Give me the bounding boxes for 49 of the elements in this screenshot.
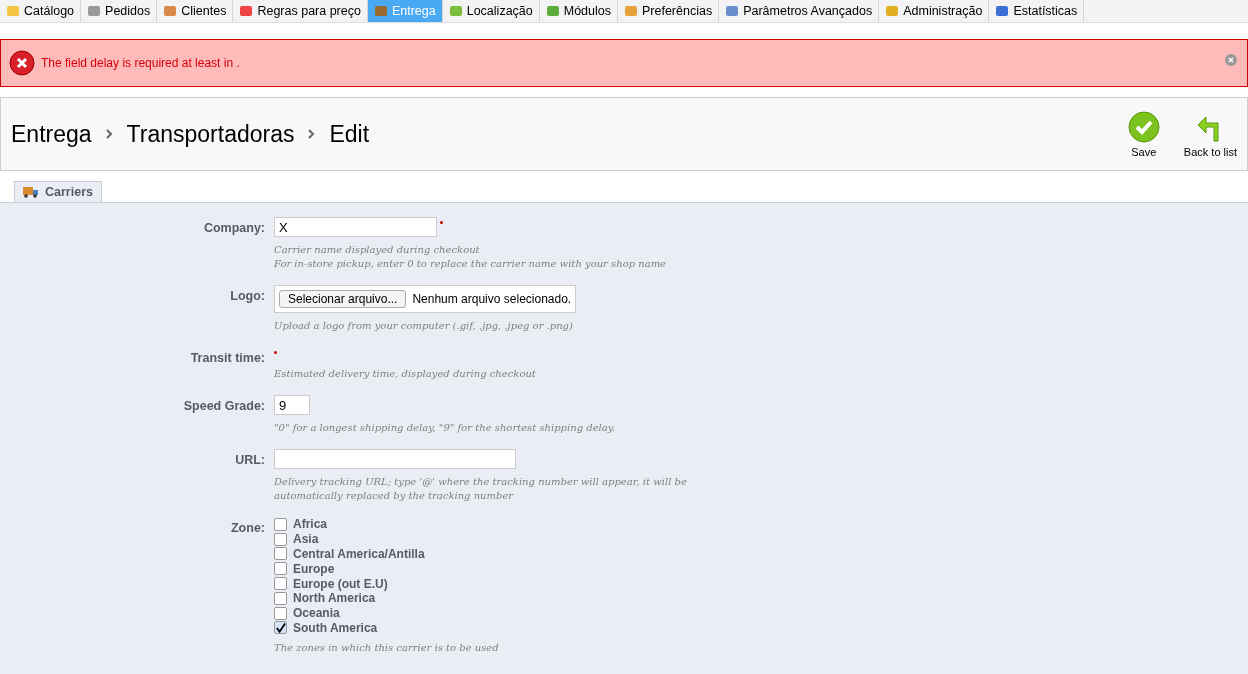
help-text: The zones in which this carrier is to be used <box>274 641 500 656</box>
field-label: URL: <box>234 452 265 469</box>
zone-label: Africa <box>293 517 327 532</box>
close-icon[interactable] <box>1225 54 1237 66</box>
checkbox[interactable] <box>274 532 287 546</box>
breadcrumb-item: Edit <box>329 120 370 148</box>
field-label: Logo: <box>229 288 265 305</box>
chevron-icon <box>308 129 316 139</box>
save-button[interactable]: Save <box>1127 110 1160 158</box>
checkbox[interactable] <box>274 606 287 620</box>
required-mark <box>440 221 443 224</box>
field-label: Transit time: <box>189 350 265 367</box>
zone-label: North America <box>293 591 376 606</box>
required-mark <box>274 351 277 354</box>
legend-title: Carriers <box>45 185 93 199</box>
file-status: Nenhum arquivo selecionado. <box>412 292 572 306</box>
zone-label: Central America/Antilla <box>293 547 425 561</box>
checkbox[interactable] <box>274 591 287 605</box>
checkbox[interactable] <box>274 621 287 635</box>
zone-label: Oceania <box>293 606 340 621</box>
error-icon <box>9 50 35 76</box>
zone-label: Europe <box>293 561 335 576</box>
zone-label: South America <box>293 620 378 635</box>
error-message: The field delay is required at least in . <box>41 56 240 70</box>
checkbox[interactable] <box>274 547 287 561</box>
checkbox[interactable] <box>274 577 287 591</box>
help-text: Estimated delivery time, displayed during checkout <box>274 367 537 381</box>
file-input[interactable]: Selecionar arquivo... Nenhum arquivo selecionado. <box>274 285 577 313</box>
help-text: Upload a logo from your computer (.gif, .jpg, .jpeg or .png) <box>274 319 574 333</box>
help-text: "0" for a longest shipping delay, "9" for the shortest shipping delay. <box>274 421 617 435</box>
checkbox[interactable] <box>274 562 287 576</box>
zone-label: Europe (out E.U) <box>293 576 388 591</box>
chevron-icon <box>105 129 113 139</box>
checkbox[interactable] <box>274 517 287 531</box>
field-label: Company: <box>202 220 265 237</box>
check-icon <box>1127 110 1160 143</box>
field-label: Zone: <box>229 520 265 537</box>
text-field[interactable]: X <box>274 217 437 237</box>
breadcrumb-item[interactable]: Entrega <box>11 120 92 148</box>
back-button[interactable]: Back to list <box>1183 110 1237 158</box>
text-field[interactable] <box>274 449 516 469</box>
breadcrumb-item[interactable]: Transportadoras <box>126 120 295 148</box>
help-text: Carrier name displayed during checkout <box>274 243 481 257</box>
choose-file-button[interactable]: Selecionar arquivo... <box>279 290 407 308</box>
field-label: Speed Grade: <box>182 398 265 415</box>
help-text: Delivery tracking URL; type '@' where the tracking number will appear, it will be automatically replaced by the tracking number <box>274 475 688 503</box>
zone-label: Asia <box>293 532 319 547</box>
text-field[interactable]: 9 <box>274 395 310 415</box>
help-text: For in-store pickup, enter 0 to replace the carrier name with your shop name <box>274 257 668 271</box>
